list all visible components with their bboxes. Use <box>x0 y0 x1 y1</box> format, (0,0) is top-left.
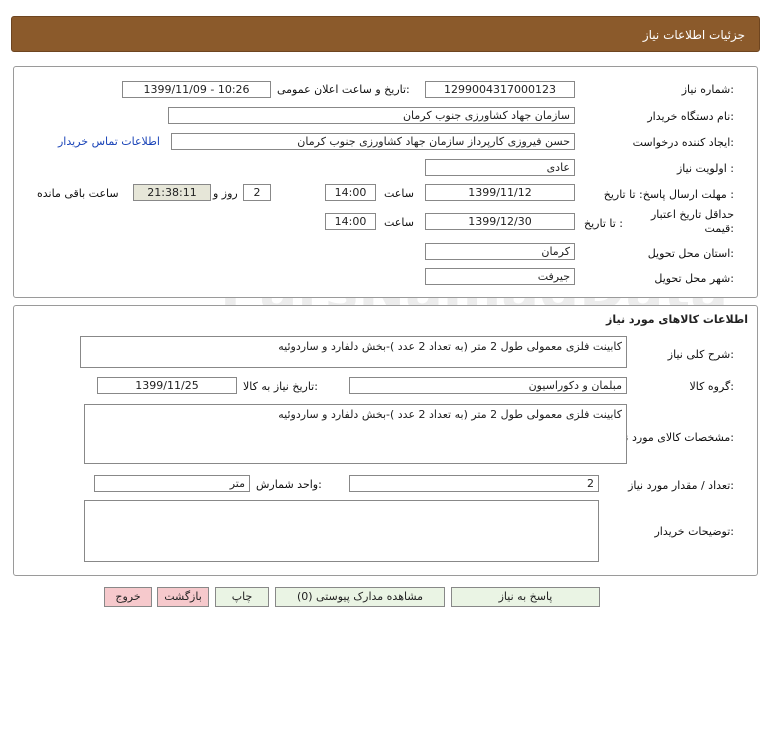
qty-label: تعداد / مقدار مورد نیاز: <box>628 479 734 492</box>
goods-group-label: گروه کالا: <box>689 380 734 393</box>
buyer-notes-label: توضیحات خریدار: <box>654 525 735 538</box>
buyer-org-field: سازمان جهاد کشاورزی جنوب کرمان <box>168 107 575 124</box>
deadline-label: مهلت ارسال پاسخ: تا تاریخ : <box>603 188 734 201</box>
print-button[interactable]: چاپ <box>215 587 269 607</box>
exit-button[interactable]: خروج <box>104 587 152 607</box>
price-validity-date-field: 1399/12/30 <box>425 213 575 230</box>
buyer-contact-link[interactable]: اطلاعات تماس خریدار <box>58 135 160 148</box>
creator-field: حسن فیروزی کارپرداز سازمان جهاد کشاورزی … <box>171 133 575 150</box>
deadline-date-field: 1399/11/12 <box>425 184 575 201</box>
price-validity-to-label: تا تاریخ : <box>584 217 623 230</box>
reply-button[interactable]: پاسخ به نیاز <box>451 587 600 607</box>
days-and-label: روز و <box>213 187 238 200</box>
announce-field: 1399/11/09 - 10:26 <box>122 81 271 98</box>
goods-section-title: اطلاعات کالاهای مورد نیاز <box>606 313 748 326</box>
price-validity-time-field: 14:00 <box>325 213 376 230</box>
province-field: کرمان <box>425 243 575 260</box>
priority-label: اولویت نیاز : <box>676 162 734 175</box>
price-validity-label: حداقل تاریخ اعتبار قیمت: <box>650 208 734 235</box>
announce-label: تاریخ و ساعت اعلان عمومی: <box>277 83 410 96</box>
general-desc-field: کابینت فلزی معمولی طول 2 متر (به تعداد 2… <box>80 336 627 368</box>
price-validity-time-label: ساعت <box>384 216 414 229</box>
page-title: جزئیات اطلاعات نیاز <box>642 28 745 42</box>
view-attachments-button[interactable]: مشاهده مدارک پیوستی (0) <box>275 587 445 607</box>
unit-label: واحد شمارش: <box>256 478 322 491</box>
city-field: جیرفت <box>425 268 575 285</box>
province-label: استان محل تحویل: <box>647 247 734 260</box>
days-remaining-field: 2 <box>243 184 271 201</box>
need-number-field: 1299004317000123 <box>425 81 575 98</box>
buyer-notes-field <box>84 500 599 562</box>
request-info-panel <box>13 66 758 298</box>
deadline-time-field: 14:00 <box>325 184 376 201</box>
need-number-label: شماره نیاز: <box>681 83 734 96</box>
buyer-org-label: نام دستگاه خریدار: <box>647 110 734 123</box>
specs-field: کابینت فلزی معمولی طول 2 متر (به تعداد 2… <box>84 404 627 464</box>
back-button[interactable]: بازگشت <box>157 587 209 607</box>
specs-label: مشخصات کالای مورد نیاز: <box>613 431 734 444</box>
unit-field: متر <box>94 475 250 492</box>
priority-field: عادی <box>425 159 575 176</box>
city-label: شهر محل تحویل: <box>654 272 734 285</box>
creator-label: ایجاد کننده درخواست: <box>632 136 734 149</box>
page-header: جزئیات اطلاعات نیاز <box>11 16 760 52</box>
need-date-label: تاریخ نیاز به کالا: <box>243 380 318 393</box>
time-remaining-field: 21:38:11 <box>133 184 211 201</box>
need-date-field: 1399/11/25 <box>97 377 237 394</box>
time-remaining-label: ساعت باقی مانده <box>37 187 119 200</box>
deadline-time-label: ساعت <box>384 187 414 200</box>
general-desc-label: شرح کلی نیاز: <box>667 348 734 361</box>
goods-group-field: مبلمان و دکوراسیون <box>349 377 627 394</box>
qty-field: 2 <box>349 475 599 492</box>
